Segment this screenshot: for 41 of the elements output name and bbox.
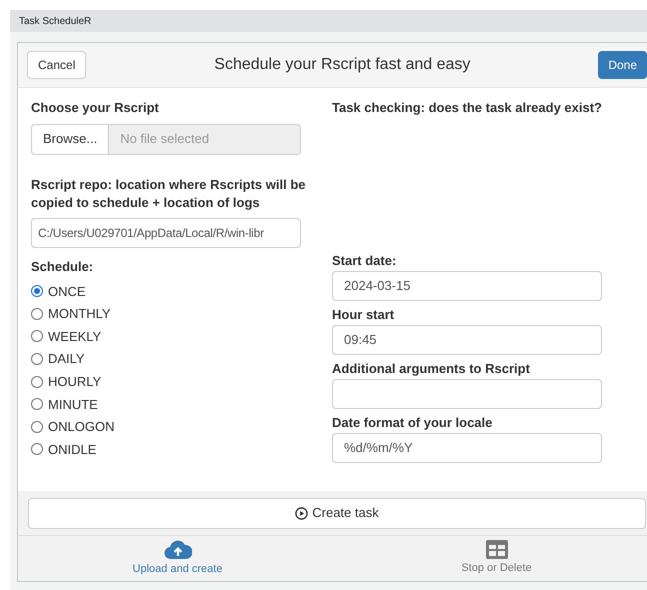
section-label: Task checking: does the task already exist? [332, 99, 602, 117]
field-label: Start date: [332, 252, 398, 270]
radio-label: MONTHLY [48, 305, 111, 324]
bottom-tab[interactable]: Stop or Delete [337, 536, 647, 581]
field-label: Rscript repo: location where Rscripts will be copied to schedule + location of logs [31, 176, 307, 212]
radio-label: ONIDLE [48, 440, 96, 459]
radio-button[interactable] [31, 420, 43, 433]
file-name-field[interactable]: No file selected [109, 124, 301, 154]
text-field[interactable]: 09:45 [332, 324, 602, 354]
radio-button[interactable] [31, 443, 43, 456]
field-label: Choose your Rscript [31, 99, 160, 117]
text-field[interactable] [332, 378, 602, 408]
cancel-button[interactable]: Cancel [27, 51, 86, 79]
text-field[interactable]: 2024-03-15 [332, 270, 602, 300]
radio-label: ONLOGON [48, 418, 114, 436]
radio-label: HOURLY [48, 372, 102, 391]
radio-label: MINUTE [48, 396, 98, 414]
radio-label: ONCE [48, 282, 86, 301]
radio-button[interactable] [31, 308, 43, 320]
cloud-upload-icon [164, 540, 192, 560]
field-label: Date format of your locale [332, 414, 494, 432]
window-title: Task ScheduleR [19, 14, 92, 28]
table-icon [486, 540, 508, 560]
play-circle-icon [295, 506, 308, 520]
radio-button[interactable] [31, 398, 43, 410]
field-label: Additional arguments to Rscript [332, 360, 531, 378]
dialog-title: Schedule your Rscript fast and easy [213, 55, 472, 75]
radio-label: DAILY [48, 350, 85, 368]
radio-button[interactable] [31, 285, 43, 298]
radio-button[interactable] [31, 330, 43, 342]
field-label: Schedule: [31, 258, 94, 276]
radio-button[interactable] [31, 353, 43, 366]
bottom-tab[interactable]: Upload and create [18, 536, 337, 581]
radio-button[interactable] [31, 376, 43, 388]
create-task-button[interactable]: Create task [28, 498, 646, 528]
browse-button[interactable]: Browse... [31, 124, 110, 154]
text-field[interactable]: %d/%m/%Y [332, 432, 602, 462]
radio-label: WEEKLY [48, 328, 102, 346]
field-label: Hour start [332, 306, 396, 324]
done-button[interactable]: Done [598, 51, 647, 79]
repo-path-field[interactable]: C:/Users/U029701/AppData/Local/R/win-libr [31, 218, 301, 248]
